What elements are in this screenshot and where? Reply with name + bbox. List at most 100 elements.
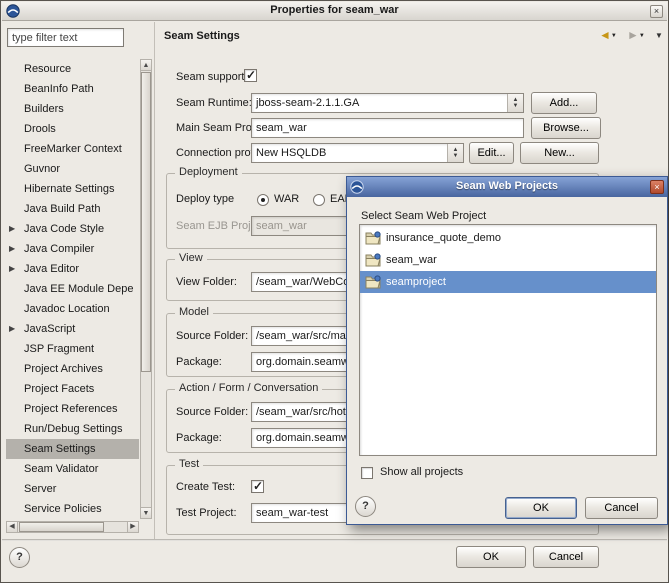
scrollbar-thumb[interactable]	[19, 522, 104, 532]
sidebar-item-service-policies[interactable]: Service Policies	[6, 499, 139, 519]
sidebar-item-java-ee-module[interactable]: Java EE Module Depe	[6, 279, 139, 299]
sidebar-item-server[interactable]: Server	[6, 479, 139, 499]
model-group-legend: Model	[175, 306, 213, 318]
sidebar-item-javascript[interactable]: ▶JavaScript	[6, 319, 139, 339]
deployment-group-legend: Deployment	[175, 166, 242, 178]
sidebar-horizontal-scrollbar[interactable]: ◀ ▶	[6, 521, 139, 533]
sidebar-item-freemarker-context[interactable]: FreeMarker Context	[6, 139, 139, 159]
sidebar-item-javadoc-location[interactable]: Javadoc Location	[6, 299, 139, 319]
seam-project-icon	[365, 231, 381, 245]
sidebar-item-java-build-path[interactable]: Java Build Path	[6, 199, 139, 219]
sidebar-item-label: Run/Debug Settings	[24, 423, 122, 435]
sidebar-vertical-scrollbar[interactable]: ▲ ▼	[140, 59, 152, 519]
create-test-label: Create Test:	[176, 481, 235, 493]
help-button[interactable]: ?	[9, 547, 30, 568]
main-seam-project-field[interactable]: seam_war	[251, 118, 524, 138]
combo-arrows-icon[interactable]: ▲▼	[507, 94, 523, 112]
project-list-item-insurance-quote-demo[interactable]: insurance_quote_demo	[360, 227, 656, 249]
window-titlebar[interactable]: Properties for seam_war ×	[2, 2, 667, 21]
ok-button[interactable]: OK	[456, 546, 526, 568]
dialog-ok-button[interactable]: OK	[505, 497, 577, 519]
view-folder-label: View Folder:	[176, 276, 237, 288]
cancel-button[interactable]: Cancel	[533, 546, 599, 568]
dialog-titlebar[interactable]: Seam Web Projects ×	[347, 177, 667, 197]
create-test-checkbox[interactable]	[251, 480, 264, 493]
sidebar-item-project-references[interactable]: Project References	[6, 399, 139, 419]
seam-runtime-combo[interactable]: jboss-seam-2.1.1.GA ▲▼	[251, 93, 524, 113]
seam-runtime-label: Seam Runtime:	[176, 97, 252, 109]
sidebar-item-resource[interactable]: Resource	[6, 59, 139, 79]
project-list-item-seamproject[interactable]: seamproject	[360, 271, 656, 293]
forward-icon[interactable]: ►▼	[627, 28, 645, 42]
sidebar-item-label: BeanInfo Path	[24, 83, 94, 95]
show-all-projects-checkbox[interactable]	[361, 467, 373, 479]
sidebar-item-label: Javadoc Location	[24, 303, 110, 315]
deploy-ear-radio[interactable]	[313, 194, 325, 206]
expand-icon[interactable]: ▶	[9, 319, 21, 339]
project-list-item-seam-war[interactable]: seam_war	[360, 249, 656, 271]
sidebar-item-guvnor[interactable]: Guvnor	[6, 159, 139, 179]
sidebar-item-project-archives[interactable]: Project Archives	[6, 359, 139, 379]
test-project-label: Test Project:	[176, 507, 237, 519]
expand-icon[interactable]: ▶	[9, 259, 21, 279]
add-button[interactable]: Add...	[531, 92, 597, 114]
sidebar-item-drools[interactable]: Drools	[6, 119, 139, 139]
sidebar-item-hibernate-settings[interactable]: Hibernate Settings	[6, 179, 139, 199]
sidebar-item-seam-settings[interactable]: Seam Settings	[6, 439, 139, 459]
expand-icon[interactable]: ▶	[9, 239, 21, 259]
sidebar-item-builders[interactable]: Builders	[6, 99, 139, 119]
seam-support-checkbox[interactable]	[244, 69, 257, 82]
sidebar-item-label: Java Build Path	[24, 203, 100, 215]
back-dropdown-icon[interactable]: ▼	[611, 33, 617, 39]
seam-runtime-value: jboss-seam-2.1.1.GA	[256, 97, 359, 109]
model-package-label: Package:	[176, 356, 222, 368]
sidebar-item-run-debug-settings[interactable]: Run/Debug Settings	[6, 419, 139, 439]
back-icon[interactable]: ◄▼	[599, 28, 617, 42]
new-button[interactable]: New...	[520, 142, 599, 164]
seam-project-icon	[365, 275, 381, 289]
dialog-help-button[interactable]: ?	[355, 496, 376, 517]
sidebar-item-label: Resource	[24, 63, 71, 75]
scroll-right-icon[interactable]: ▶	[127, 522, 138, 532]
action-package-label: Package:	[176, 432, 222, 444]
sidebar-item-java-editor[interactable]: ▶Java Editor	[6, 259, 139, 279]
sidebar-item-beaninfo-path[interactable]: BeanInfo Path	[6, 79, 139, 99]
deploy-type-label: Deploy type	[176, 193, 234, 205]
edit-button[interactable]: Edit...	[469, 142, 514, 164]
sidebar-item-label: Project Facets	[24, 383, 94, 395]
dialog-close-icon[interactable]: ×	[650, 180, 664, 194]
close-icon[interactable]: ×	[650, 5, 663, 18]
select-project-label: Select Seam Web Project	[361, 210, 486, 222]
connection-profile-combo[interactable]: New HSQLDB ▲▼	[251, 143, 464, 163]
combo-arrows-icon[interactable]: ▲▼	[447, 144, 463, 162]
scroll-down-icon[interactable]: ▼	[141, 507, 151, 518]
scrollbar-thumb[interactable]	[141, 72, 151, 372]
sidebar-item-java-code-style[interactable]: ▶Java Code Style	[6, 219, 139, 239]
sidebar-item-seam-validator[interactable]: Seam Validator	[6, 459, 139, 479]
forward-dropdown-icon[interactable]: ▼	[639, 33, 645, 39]
browse-button[interactable]: Browse...	[531, 117, 601, 139]
sidebar-item-label: Project References	[24, 403, 118, 415]
sidebar-item-label: Server	[24, 483, 56, 495]
sidebar-divider	[154, 22, 155, 539]
sidebar-item-java-compiler[interactable]: ▶Java Compiler	[6, 239, 139, 259]
scroll-left-icon[interactable]: ◀	[7, 522, 18, 532]
scroll-up-icon[interactable]: ▲	[141, 60, 151, 71]
view-menu-icon[interactable]: ▼	[655, 31, 663, 40]
sidebar-item-label: FreeMarker Context	[24, 143, 122, 155]
sidebar-item-jsp-fragment[interactable]: JSP Fragment	[6, 339, 139, 359]
sidebar-item-label: Hibernate Settings	[24, 183, 115, 195]
sidebar-item-label: Java Code Style	[24, 223, 104, 235]
expand-icon[interactable]: ▶	[9, 219, 21, 239]
dialog-cancel-button[interactable]: Cancel	[585, 497, 658, 519]
seam-support-label: Seam support:	[176, 71, 248, 83]
model-source-folder-label: Source Folder:	[176, 330, 248, 342]
sidebar-item-label: Seam Validator	[24, 463, 98, 475]
deploy-war-radio[interactable]	[257, 194, 269, 206]
sidebar-item-label: Drools	[24, 123, 56, 135]
footer-divider	[2, 539, 667, 541]
filter-input[interactable]	[7, 28, 124, 47]
sidebar-item-project-facets[interactable]: Project Facets	[6, 379, 139, 399]
seam-web-projects-dialog: Seam Web Projects × Select Seam Web Proj…	[346, 176, 668, 525]
sidebar-item-label: Guvnor	[24, 163, 60, 175]
